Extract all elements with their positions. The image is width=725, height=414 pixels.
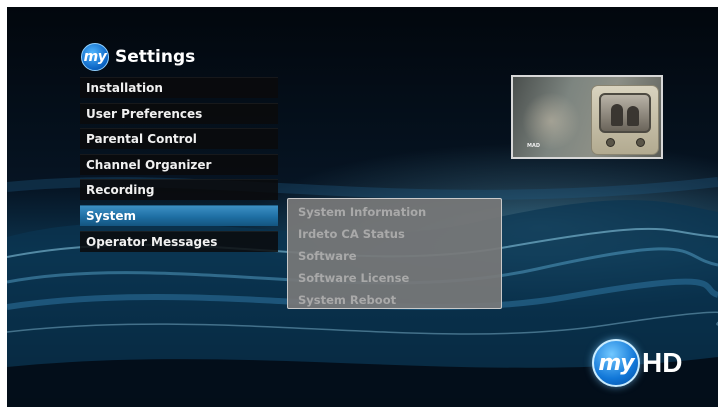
retro-tv-image bbox=[591, 85, 659, 155]
my-logo-icon: my bbox=[81, 43, 109, 71]
menu-item-installation[interactable]: Installation bbox=[80, 77, 278, 98]
submenu-item-system-information[interactable]: System Information bbox=[288, 201, 501, 223]
submenu-item-irdeto-ca-status[interactable]: Irdeto CA Status bbox=[288, 223, 501, 245]
menu-item-parental-control[interactable]: Parental Control bbox=[80, 128, 278, 150]
menu-item-user-preferences[interactable]: User Preferences bbox=[80, 102, 278, 124]
menu-item-recording[interactable]: Recording bbox=[80, 179, 278, 201]
my-circle-icon: my bbox=[592, 339, 640, 387]
retro-tv-screen bbox=[599, 93, 651, 133]
tv-person-figure bbox=[611, 104, 623, 126]
menu-item-channel-organizer[interactable]: Channel Organizer bbox=[80, 153, 278, 175]
system-submenu: System Information Irdeto CA Status Soft… bbox=[287, 198, 502, 309]
settings-header: my Settings bbox=[81, 43, 195, 71]
submenu-item-software-license[interactable]: Software License bbox=[288, 267, 501, 289]
submenu-item-software[interactable]: Software bbox=[288, 245, 501, 267]
tv-knob bbox=[636, 138, 645, 147]
tv-person-figure bbox=[627, 106, 639, 126]
preview-background bbox=[521, 93, 581, 149]
tv-knob bbox=[606, 138, 615, 147]
submenu-item-system-reboot[interactable]: System Reboot bbox=[288, 289, 501, 311]
menu-item-system[interactable]: System bbox=[80, 204, 278, 226]
live-tv-preview: MAD bbox=[511, 75, 663, 159]
channel-logo: MAD bbox=[527, 143, 540, 149]
tv-screen: my Settings Installation User Preference… bbox=[7, 7, 718, 407]
hd-logo-text: HD bbox=[642, 347, 683, 378]
myhd-brand-logo: my HD bbox=[592, 338, 682, 388]
menu-item-operator-messages[interactable]: Operator Messages bbox=[80, 230, 278, 252]
settings-menu: Installation User Preferences Parental C… bbox=[80, 77, 278, 256]
page-title: Settings bbox=[115, 47, 196, 67]
